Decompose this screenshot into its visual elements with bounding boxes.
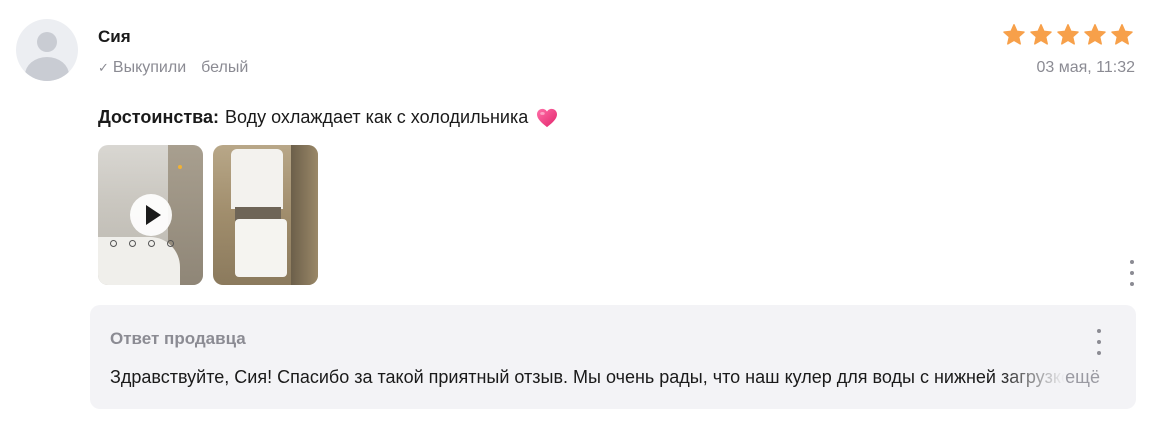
avatar-head bbox=[37, 32, 57, 52]
photo-cooler-bottom bbox=[235, 219, 287, 277]
review-meta: ✓ Выкупили белый bbox=[98, 59, 248, 77]
star-icon bbox=[1030, 24, 1052, 45]
pros-label: Достоинства: bbox=[98, 107, 219, 127]
seller-reply-text-container: Здравствуйте, Сия! Спасибо за такой прия… bbox=[110, 367, 1100, 391]
variant-label: белый bbox=[201, 59, 249, 76]
heart-icon bbox=[537, 108, 558, 127]
review-media bbox=[98, 145, 318, 285]
check-icon: ✓ bbox=[98, 60, 109, 75]
review-pros: Достоинства: Воду охлаждает как с холоди… bbox=[98, 107, 558, 128]
seller-reply: Ответ продавца Здравствуйте, Сия! Спасиб… bbox=[90, 305, 1136, 409]
rating-stars bbox=[1002, 23, 1134, 47]
review-card: Сия ✓ Выкупили белый 03 мая, 11:32 Досто… bbox=[0, 0, 1155, 430]
avatar bbox=[16, 19, 78, 81]
seller-reply-title: Ответ продавца bbox=[110, 329, 246, 348]
seller-reply-more-menu-icon[interactable] bbox=[1092, 329, 1106, 355]
avatar-shoulders bbox=[25, 57, 69, 81]
seller-reply-text: Здравствуйте, Сия! Спасибо за такой прия… bbox=[110, 367, 1065, 387]
play-button[interactable] bbox=[130, 194, 172, 236]
photo-cooler-top bbox=[231, 149, 283, 209]
pros-text: Воду охлаждает как с холодильника bbox=[224, 107, 529, 127]
star-icon bbox=[1111, 24, 1133, 45]
star-icon bbox=[1057, 24, 1079, 45]
star-icon bbox=[1084, 24, 1106, 45]
photo-cooler-buttons bbox=[110, 239, 174, 247]
play-icon bbox=[145, 205, 161, 225]
review-photo-thumbnail[interactable] bbox=[213, 145, 318, 285]
photo-background bbox=[291, 145, 318, 285]
review-author: Сия bbox=[98, 27, 131, 46]
seller-reply-more-link[interactable]: ещё bbox=[1065, 367, 1100, 388]
star-icon bbox=[1003, 24, 1025, 45]
photo-led bbox=[178, 165, 182, 169]
review-video-thumbnail[interactable] bbox=[98, 145, 203, 285]
review-date: 03 мая, 11:32 bbox=[1036, 59, 1135, 76]
purchased-label: Выкупили bbox=[112, 59, 187, 76]
review-more-menu-icon[interactable] bbox=[1125, 260, 1139, 286]
